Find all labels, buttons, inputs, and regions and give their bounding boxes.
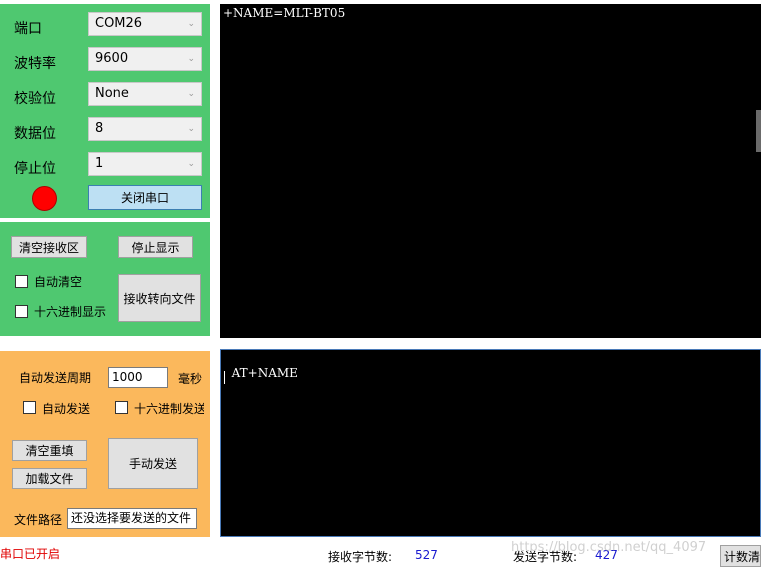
- auto-clear-checkbox[interactable]: [15, 275, 28, 288]
- send-terminal-text: AT+NAME: [231, 366, 298, 380]
- period-label: 自动发送周期: [19, 371, 92, 385]
- receive-terminal[interactable]: +NAME=MLT-BT05: [220, 4, 761, 338]
- watermark: https://blog.csdn.net/qq_4097: [511, 540, 707, 555]
- send-terminal[interactable]: AT+NAME: [220, 349, 761, 537]
- rx-count-value: 527: [415, 548, 438, 562]
- chevron-down-icon: ⌄: [187, 159, 195, 169]
- file-path-label: 文件路径: [14, 513, 63, 527]
- hex-send-checkbox[interactable]: [115, 401, 128, 414]
- hex-display-label: 十六进制显示: [34, 305, 107, 319]
- stopbits-value: 1: [95, 156, 104, 171]
- baud-value: 9600: [95, 51, 129, 66]
- hex-display-checkbox[interactable]: [15, 305, 28, 318]
- port-status-indicator: [32, 186, 57, 211]
- baud-label: 波特率: [14, 56, 56, 72]
- auto-send-checkbox[interactable]: [23, 401, 36, 414]
- databits-value: 8: [95, 121, 104, 136]
- receive-options-panel: 清空接收区 停止显示 自动清空 十六进制显示 接收转向文件: [0, 222, 210, 336]
- manual-send-button[interactable]: 手动发送: [108, 438, 198, 489]
- parity-value: None: [95, 86, 129, 101]
- rx-count-label: 接收字节数:: [328, 550, 393, 564]
- baud-select[interactable]: 9600 ⌄: [88, 47, 202, 71]
- auto-clear-label: 自动清空: [34, 275, 83, 289]
- serial-settings-panel: 端口 COM26 ⌄ 波特率 9600 ⌄ 校验位 None ⌄ 数据位 8 ⌄…: [0, 4, 210, 218]
- chevron-down-icon: ⌄: [187, 19, 195, 29]
- text-cursor: [224, 371, 225, 384]
- reset-count-label: 计数清零: [724, 549, 761, 564]
- clear-refill-button[interactable]: 清空重填: [12, 440, 87, 461]
- hex-send-label: 十六进制发送: [134, 402, 204, 416]
- stopbits-label: 停止位: [14, 161, 56, 177]
- close-port-button[interactable]: 关闭串口: [88, 185, 202, 210]
- send-options-panel: 自动发送周期 1000 毫秒 自动发送 十六进制发送 清空重填 加载文件 手动发…: [0, 351, 210, 537]
- period-input[interactable]: 1000: [108, 367, 168, 388]
- period-unit-label: 毫秒: [178, 372, 203, 386]
- auto-send-label: 自动发送: [42, 402, 91, 416]
- port-value: COM26: [95, 16, 143, 31]
- file-path-input[interactable]: 还没选择要发送的文件: [67, 508, 197, 529]
- stop-display-button[interactable]: 停止显示: [118, 236, 193, 258]
- databits-label: 数据位: [14, 126, 56, 142]
- chevron-down-icon: ⌄: [187, 54, 195, 64]
- reset-count-button[interactable]: 计数清零: [720, 545, 761, 567]
- chevron-down-icon: ⌄: [187, 89, 195, 99]
- databits-select[interactable]: 8 ⌄: [88, 117, 202, 141]
- port-status-text: 串口已开启: [0, 547, 61, 561]
- port-select[interactable]: COM26 ⌄: [88, 12, 202, 36]
- clear-receive-button[interactable]: 清空接收区: [11, 236, 87, 258]
- parity-label: 校验位: [14, 91, 56, 107]
- receive-to-file-button[interactable]: 接收转向文件: [118, 274, 201, 322]
- parity-select[interactable]: None ⌄: [88, 82, 202, 106]
- stopbits-select[interactable]: 1 ⌄: [88, 152, 202, 176]
- load-file-button[interactable]: 加载文件: [12, 468, 87, 489]
- scrollbar-handle[interactable]: [756, 110, 761, 152]
- port-label: 端口: [14, 21, 42, 37]
- chevron-down-icon: ⌄: [187, 124, 195, 134]
